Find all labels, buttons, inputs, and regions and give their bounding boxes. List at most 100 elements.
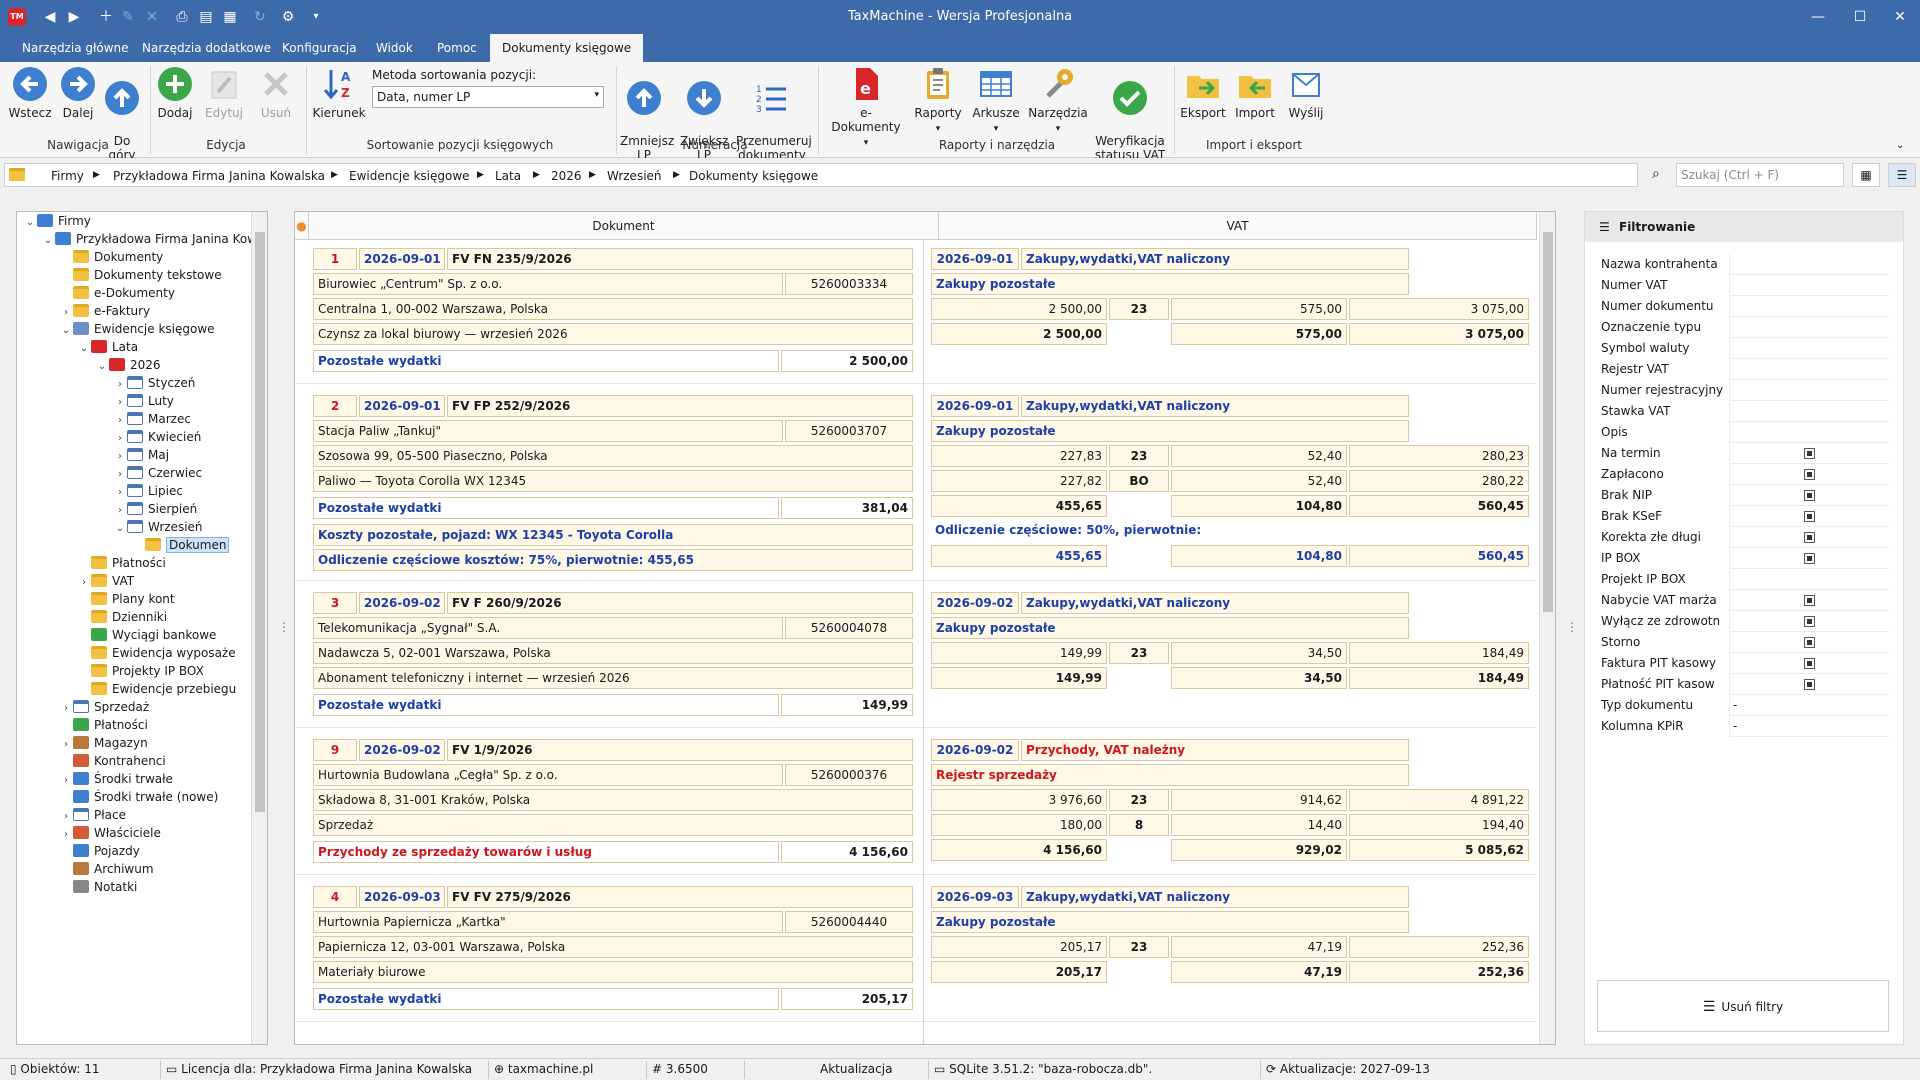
tree-item[interactable]: Notatki bbox=[59, 878, 137, 896]
expense-category[interactable]: Pozostałe wydatki bbox=[313, 988, 779, 1010]
filter-checkbox[interactable] bbox=[1804, 511, 1815, 522]
vat-register[interactable]: Zakupy pozostałe bbox=[931, 911, 1409, 933]
filter-checkbox-cell[interactable] bbox=[1729, 674, 1889, 695]
filter-row[interactable]: Kolumna KPiR - bbox=[1597, 716, 1889, 737]
vat-net[interactable]: 149,99 bbox=[931, 642, 1107, 664]
breadcrumb-item[interactable]: Dokumenty księgowe bbox=[689, 169, 818, 183]
vat-amount[interactable]: 52,40 bbox=[1171, 470, 1347, 492]
contractor-nip[interactable]: 5260004440 bbox=[785, 911, 913, 933]
breadcrumb-item[interactable]: 2026 bbox=[551, 169, 582, 183]
contractor-name[interactable]: Biurowiec „Centrum" Sp. z o.o. bbox=[313, 273, 783, 295]
edit-button[interactable]: Edytuj bbox=[202, 66, 246, 120]
filter-input[interactable]: - bbox=[1729, 695, 1889, 716]
filter-row[interactable]: Numer dokumentu bbox=[1597, 296, 1889, 317]
contractor-name[interactable]: Stacja Paliw „Tankuj" bbox=[313, 420, 783, 442]
filter-row[interactable]: Numer VAT bbox=[1597, 275, 1889, 296]
document-lp[interactable]: 1 bbox=[313, 248, 357, 270]
vat-net[interactable]: 205,17 bbox=[931, 936, 1107, 958]
document-description[interactable]: Paliwo — Toyota Corolla WX 12345 bbox=[313, 470, 913, 492]
tree-item[interactable]: Pojazdy bbox=[59, 842, 140, 860]
contractor-address[interactable]: Papiernicza 12, 03-001 Warszawa, Polska bbox=[313, 936, 913, 958]
tree-item[interactable]: Plany kont bbox=[77, 590, 175, 608]
document-description[interactable]: Materiały biurowe bbox=[313, 961, 913, 983]
tree-item[interactable]: › e-Faktury bbox=[59, 302, 150, 320]
tree-item[interactable]: ⌄ Ewidencje księgowe bbox=[59, 320, 215, 338]
filter-row[interactable]: Stawka VAT bbox=[1597, 401, 1889, 422]
document-description[interactable]: Abonament telefoniczny i internet — wrze… bbox=[313, 667, 913, 689]
document-date[interactable]: 2026-09-01 bbox=[359, 395, 445, 417]
expense-category[interactable]: Pozostałe wydatki bbox=[313, 694, 779, 716]
filter-row[interactable]: Projekt IP BOX bbox=[1597, 569, 1889, 590]
document-description[interactable]: Czynsz za lokal biurowy — wrzesień 2026 bbox=[313, 323, 913, 345]
document-lp[interactable]: 9 bbox=[313, 739, 357, 761]
vat-net[interactable]: 227,82 bbox=[931, 470, 1107, 492]
contractor-name[interactable]: Telekomunikacja „Sygnał" S.A. bbox=[313, 617, 783, 639]
breadcrumb-item[interactable]: Firmy bbox=[51, 169, 84, 183]
close-icon[interactable]: ✕ bbox=[1882, 4, 1918, 30]
filter-checkbox-cell[interactable] bbox=[1729, 527, 1889, 548]
contractor-name[interactable]: Hurtownia Papiernicza „Kartka" bbox=[313, 911, 783, 933]
import-button[interactable]: Import bbox=[1232, 66, 1278, 120]
filter-input[interactable]: - bbox=[1729, 716, 1889, 737]
contractor-nip[interactable]: 5260000376 bbox=[785, 764, 913, 786]
vat-net[interactable]: 3 976,60 bbox=[931, 789, 1107, 811]
filter-row[interactable]: Symbol waluty bbox=[1597, 338, 1889, 359]
tree-item[interactable]: › Maj bbox=[113, 446, 169, 464]
filter-row[interactable]: Opis bbox=[1597, 422, 1889, 443]
filter-checkbox[interactable] bbox=[1804, 448, 1815, 459]
filter-checkbox[interactable] bbox=[1804, 469, 1815, 480]
vat-amount[interactable]: 52,40 bbox=[1171, 445, 1347, 467]
minimize-icon[interactable]: — bbox=[1800, 4, 1836, 30]
vat-date[interactable]: 2026-09-01 bbox=[931, 248, 1019, 270]
column-header-vat[interactable]: VAT bbox=[939, 212, 1537, 240]
filter-row[interactable]: Faktura PIT kasowy bbox=[1597, 653, 1889, 674]
vat-date[interactable]: 2026-09-03 bbox=[931, 886, 1019, 908]
document-lp[interactable]: 3 bbox=[313, 592, 357, 614]
filter-input[interactable] bbox=[1729, 359, 1889, 380]
vat-net[interactable]: 180,00 bbox=[931, 814, 1107, 836]
tree-item[interactable]: Środki trwałe (nowe) bbox=[59, 788, 218, 806]
filter-row[interactable]: Wyłącz ze zdrowotn bbox=[1597, 611, 1889, 632]
filter-row[interactable]: Typ dokumentu - bbox=[1597, 695, 1889, 716]
filter-checkbox-cell[interactable] bbox=[1729, 590, 1889, 611]
tree-item[interactable]: Płatności bbox=[59, 716, 148, 734]
tree-item[interactable]: ⌄ 2026 bbox=[95, 356, 161, 374]
tree-item[interactable]: › Magazyn bbox=[59, 734, 148, 752]
vat-rate[interactable]: 8 bbox=[1109, 814, 1169, 836]
vat-type[interactable]: Zakupy,wydatki,VAT naliczony bbox=[1021, 248, 1409, 270]
filter-checkbox[interactable] bbox=[1804, 490, 1815, 501]
chevron-down-icon[interactable]: ⌄ bbox=[113, 520, 127, 538]
contractor-nip[interactable]: 5260003334 bbox=[785, 273, 913, 295]
tree-item[interactable]: › VAT bbox=[77, 572, 134, 590]
contractor-name[interactable]: Hurtownia Budowlana „Cegła" Sp. z o.o. bbox=[313, 764, 783, 786]
tab-dokumenty-ksiegowe[interactable]: Dokumenty księgowe bbox=[490, 34, 644, 62]
document-amount[interactable]: 205,17 bbox=[781, 988, 913, 1010]
filter-row[interactable]: Na termin bbox=[1597, 443, 1889, 464]
filter-row[interactable]: Nabycie VAT marża bbox=[1597, 590, 1889, 611]
vat-type[interactable]: Zakupy,wydatki,VAT naliczony bbox=[1021, 886, 1409, 908]
breadcrumb-item[interactable]: Lata bbox=[495, 169, 521, 183]
send-button[interactable]: Wyślij bbox=[1284, 66, 1328, 120]
vat-rate[interactable]: 23 bbox=[1109, 936, 1169, 958]
tree-item[interactable]: › Środki trwałe bbox=[59, 770, 173, 788]
tab-narzedzia-dodatkowe[interactable]: Narzędzia dodatkowe bbox=[130, 34, 283, 62]
filter-checkbox-cell[interactable] bbox=[1729, 653, 1889, 674]
filter-checkbox-cell[interactable] bbox=[1729, 611, 1889, 632]
filter-row[interactable]: Korekta złe długi bbox=[1597, 527, 1889, 548]
tree-item[interactable]: ⌄ Przykładowa Firma Janina Kowalska bbox=[41, 230, 267, 250]
vat-amount[interactable]: 914,62 bbox=[1171, 789, 1347, 811]
direction-button[interactable]: AZ Kierunek bbox=[312, 66, 366, 120]
chevron-down-icon[interactable]: ⌄ bbox=[41, 232, 55, 250]
filter-row[interactable]: Numer rejestracyjny bbox=[1597, 380, 1889, 401]
filter-input[interactable] bbox=[1729, 569, 1889, 590]
filter-input[interactable] bbox=[1729, 275, 1889, 296]
tree-item[interactable]: Ewidencja wyposaże bbox=[77, 644, 236, 662]
filter-checkbox[interactable] bbox=[1804, 595, 1815, 606]
vat-gross[interactable]: 3 075,00 bbox=[1349, 298, 1529, 320]
document-number[interactable]: FV FP 252/9/2026 bbox=[447, 395, 913, 417]
filter-input[interactable] bbox=[1729, 338, 1889, 359]
document-number[interactable]: FV 1/9/2026 bbox=[447, 739, 913, 761]
tree-item[interactable]: › Styczeń bbox=[113, 374, 195, 392]
filter-input[interactable] bbox=[1729, 422, 1889, 443]
tab-widok[interactable]: Widok bbox=[364, 34, 425, 62]
